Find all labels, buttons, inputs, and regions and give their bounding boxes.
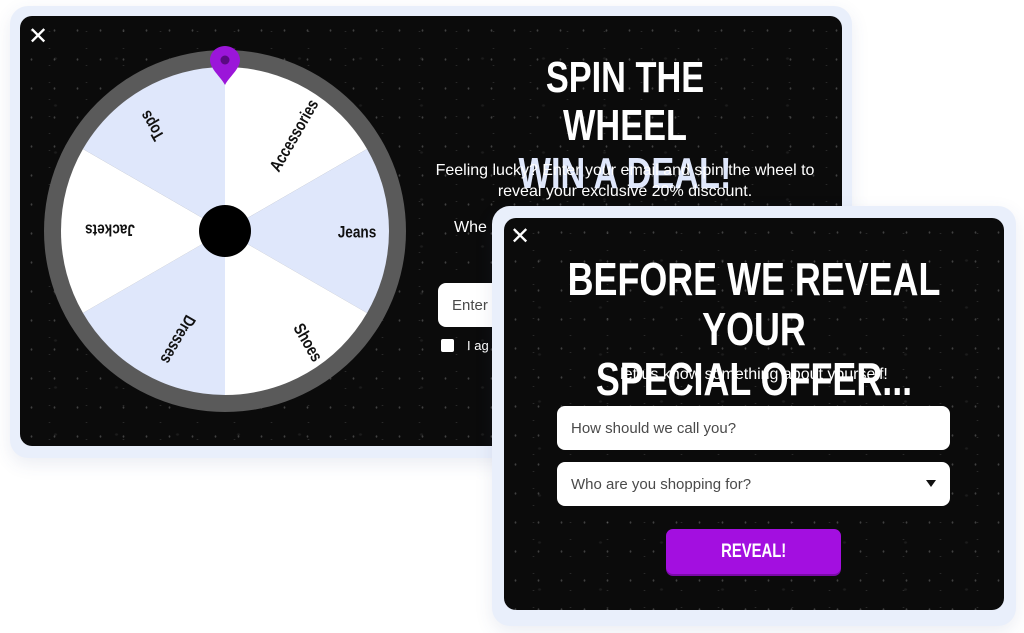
shopping-for-select[interactable]: Who are you shopping for? (557, 462, 950, 506)
reveal-popup: ✕ BEFORE WE REVEAL YOUR SPECIAL OFFER...… (504, 218, 1004, 610)
reveal-subtitle: let us know something about yourself! (620, 366, 888, 383)
reveal-title-line1: BEFORE WE REVEAL YOUR (567, 253, 941, 355)
wheel-partial-text: Whe (454, 219, 487, 236)
reveal-button-label: REVEAL! (720, 540, 787, 562)
wheel-hub (199, 205, 251, 257)
wheel-title-line1: SPIN THE WHEEL (545, 53, 705, 150)
shopping-for-value: Who are you shopping for? (571, 475, 752, 493)
reveal-button[interactable]: REVEAL! (666, 529, 841, 574)
consent-checkbox[interactable] (441, 339, 454, 352)
wheel-label-jackets: Jackets (85, 220, 135, 239)
name-input[interactable]: How should we call you? (557, 406, 950, 450)
caret-down-icon (926, 480, 936, 487)
consent-label: I ag (467, 338, 489, 353)
wheel-label-jeans: Jeans (338, 223, 377, 242)
close-icon[interactable]: ✕ (510, 224, 530, 248)
wheel-description: Feeling lucky? Enter your email and spin… (435, 162, 815, 200)
prize-wheel[interactable]: Accessories Jeans Shoes Dresses Jackets … (35, 41, 415, 421)
